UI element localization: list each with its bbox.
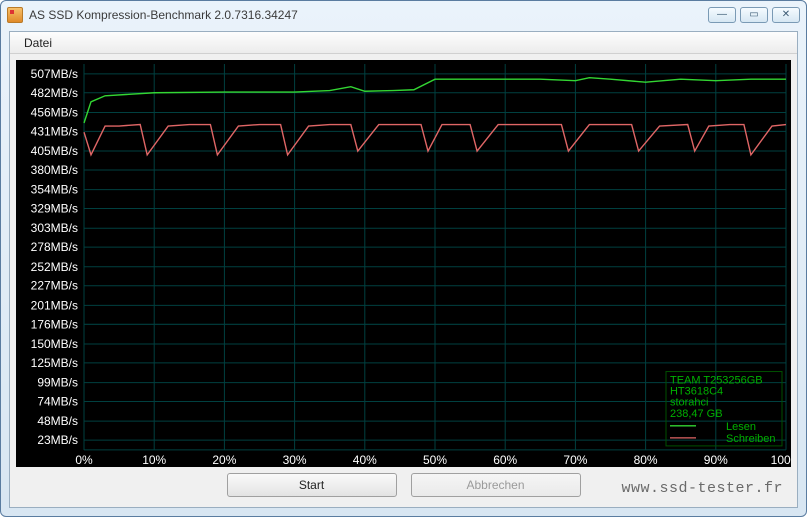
- svg-text:456MB/s: 456MB/s: [31, 105, 78, 119]
- svg-text:252MB/s: 252MB/s: [31, 260, 78, 274]
- svg-text:125MB/s: 125MB/s: [31, 356, 78, 370]
- svg-text:90%: 90%: [704, 453, 728, 467]
- svg-text:48MB/s: 48MB/s: [37, 414, 78, 428]
- svg-text:431MB/s: 431MB/s: [31, 124, 78, 138]
- svg-text:Schreiben: Schreiben: [726, 433, 775, 445]
- titlebar[interactable]: AS SSD Kompression-Benchmark 2.0.7316.34…: [1, 1, 806, 29]
- menubar: Datei: [10, 32, 797, 54]
- minimize-button[interactable]: —: [708, 7, 736, 23]
- window-controls: — ▭ ✕: [708, 7, 800, 23]
- svg-text:20%: 20%: [212, 453, 236, 467]
- svg-text:0%: 0%: [75, 453, 93, 467]
- svg-text:278MB/s: 278MB/s: [31, 240, 78, 254]
- app-window: AS SSD Kompression-Benchmark 2.0.7316.34…: [0, 0, 807, 517]
- maximize-button[interactable]: ▭: [740, 7, 768, 23]
- svg-text:150MB/s: 150MB/s: [31, 337, 78, 351]
- client-area: Datei 23MB/s 48MB/s 74MB/s 99MB/s 125MB/s 150…: [9, 31, 798, 508]
- window-title: AS SSD Kompression-Benchmark 2.0.7316.34…: [29, 8, 708, 22]
- svg-text:176MB/s: 176MB/s: [31, 317, 78, 331]
- svg-text:354MB/s: 354MB/s: [31, 183, 78, 197]
- svg-text:227MB/s: 227MB/s: [31, 279, 78, 293]
- svg-text:50%: 50%: [423, 453, 447, 467]
- svg-text:Lesen: Lesen: [726, 421, 756, 433]
- svg-text:238,47 GB: 238,47 GB: [670, 408, 723, 420]
- svg-text:482MB/s: 482MB/s: [31, 86, 78, 100]
- svg-text:10%: 10%: [142, 453, 166, 467]
- watermark-text: www.ssd-tester.fr: [621, 480, 783, 497]
- svg-text:80%: 80%: [634, 453, 658, 467]
- close-button[interactable]: ✕: [772, 7, 800, 23]
- svg-text:70%: 70%: [563, 453, 587, 467]
- svg-text:405MB/s: 405MB/s: [31, 144, 78, 158]
- svg-text:30%: 30%: [283, 453, 307, 467]
- svg-text:74MB/s: 74MB/s: [37, 394, 78, 408]
- start-button[interactable]: Start: [227, 473, 397, 497]
- svg-text:329MB/s: 329MB/s: [31, 202, 78, 216]
- compression-chart: 23MB/s 48MB/s 74MB/s 99MB/s 125MB/s 150MB/s 17…: [16, 60, 791, 467]
- svg-text:99MB/s: 99MB/s: [37, 376, 78, 390]
- svg-text:40%: 40%: [353, 453, 377, 467]
- svg-text:60%: 60%: [493, 453, 517, 467]
- svg-text:100%: 100%: [771, 453, 791, 467]
- svg-text:201MB/s: 201MB/s: [31, 298, 78, 312]
- menu-file[interactable]: Datei: [16, 34, 60, 52]
- svg-text:507MB/s: 507MB/s: [31, 67, 78, 81]
- chart-svg: 23MB/s 48MB/s 74MB/s 99MB/s 125MB/s 150MB/s 17…: [16, 60, 791, 467]
- svg-text:380MB/s: 380MB/s: [31, 163, 78, 177]
- svg-text:23MB/s: 23MB/s: [37, 433, 78, 447]
- cancel-button[interactable]: Abbrechen: [411, 473, 581, 497]
- svg-text:303MB/s: 303MB/s: [31, 221, 78, 235]
- app-icon: [7, 7, 23, 23]
